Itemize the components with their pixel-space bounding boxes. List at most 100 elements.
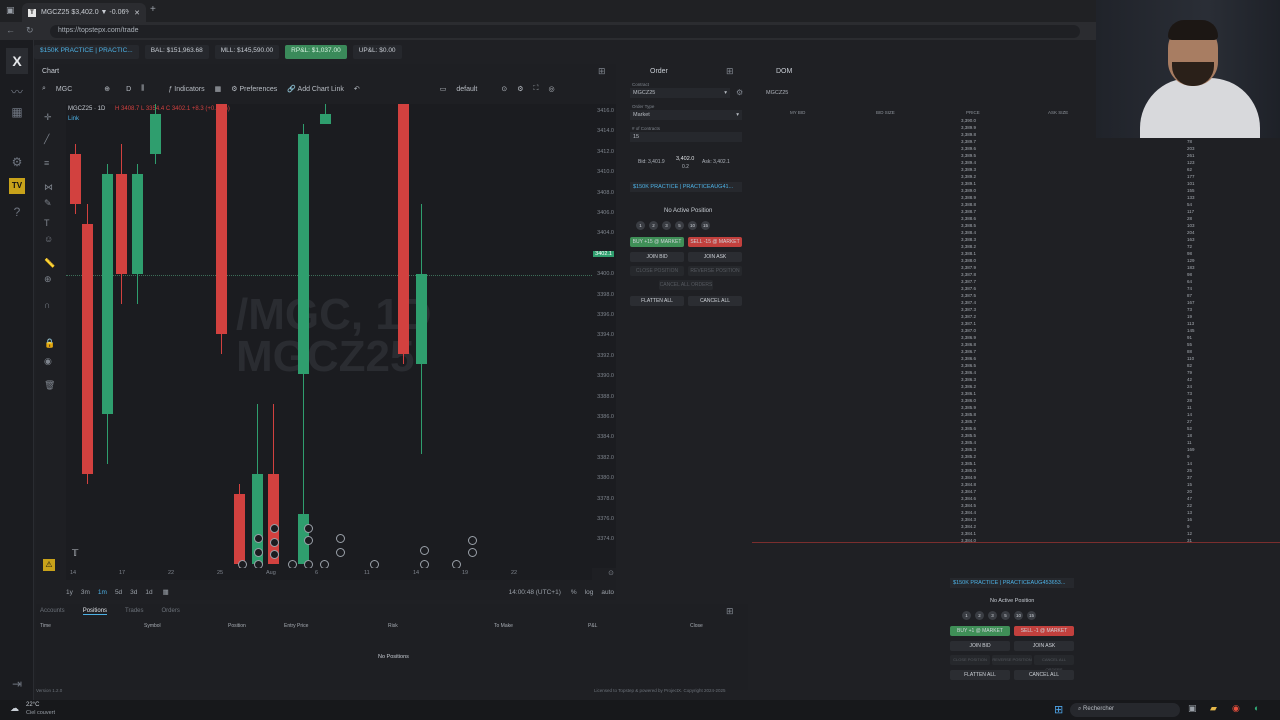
dom-join-bid-button[interactable]: JOIN BID [950, 641, 1010, 651]
browser-menu-icon[interactable]: ▣ [6, 5, 16, 15]
positions-tab[interactable]: Accounts [40, 608, 65, 615]
windows-start-icon[interactable]: ⊞ [1054, 703, 1063, 716]
size-button[interactable]: 2 [975, 611, 984, 620]
edge-icon[interactable]: ◐ [1254, 703, 1259, 713]
contracts-input[interactable]: 15 [630, 132, 742, 142]
positions-tab[interactable]: Trades [125, 608, 143, 615]
join-ask-button[interactable]: JOIN ASK [688, 252, 742, 262]
log-toggle[interactable]: log [585, 589, 594, 596]
indicators-button[interactable]: ƒ Indicators [168, 86, 204, 93]
size-button[interactable]: 10 [1014, 611, 1023, 620]
task-view-icon[interactable]: ▣ [1188, 703, 1197, 714]
calendar-icon[interactable]: ▦ [163, 588, 169, 596]
taskbar-search[interactable]: ⌕ Rechercher [1070, 703, 1180, 717]
positions-tab[interactable]: Positions [82, 608, 108, 615]
refresh-icon[interactable]: ↻ [26, 25, 34, 36]
chart-area[interactable]: /MGC, 1D MGCZ25 MGCZ25 · 1D H 3408.7 L 3… [66, 104, 592, 568]
size-button[interactable]: 10 [688, 221, 697, 230]
size-button[interactable]: 2 [649, 221, 658, 230]
size-button[interactable]: 3 [988, 611, 997, 620]
positions-tab[interactable]: Orders [162, 608, 180, 615]
add-symbol-icon[interactable]: ⊕ [104, 85, 110, 93]
url-field[interactable]: https://topstepx.com/trade [50, 25, 1080, 38]
dom-cancel-all-button[interactable]: CANCEL ALL [1014, 670, 1074, 680]
size-button[interactable]: 5 [1001, 611, 1010, 620]
account-selector[interactable]: $150K PRACTICE | PRACTIC... [34, 45, 139, 59]
dom-close-position-button[interactable]: CLOSE POSITION [950, 655, 990, 665]
order-type-select[interactable]: Market ▾ [630, 110, 742, 120]
text-icon[interactable]: T [44, 218, 50, 228]
chart-link-badge[interactable]: Link [68, 116, 79, 122]
auto-toggle[interactable]: auto [601, 589, 614, 596]
undo-icon[interactable]: ↶ [354, 85, 360, 93]
cancel-all-button[interactable]: CANCEL ALL [688, 296, 742, 306]
dom-reverse-position-button[interactable]: REVERSE POSITION [992, 655, 1032, 665]
layout-default-label[interactable]: default [456, 86, 477, 93]
order-add-icon[interactable]: ⊞ [726, 66, 734, 77]
sell-market-button[interactable]: SELL -15 @ MARKET [688, 237, 742, 247]
size-button[interactable]: 15 [1027, 611, 1036, 620]
chart-settings-icon[interactable]: ⚙ [517, 85, 523, 93]
timeframe-button[interactable]: 1m [98, 589, 107, 596]
timeframe-button[interactable]: 1y [66, 589, 73, 596]
chart-nav-icon[interactable]: 〰 [9, 84, 25, 100]
camera-icon[interactable]: ◎ [548, 85, 554, 93]
trash-icon[interactable]: 🗑 [44, 380, 55, 391]
dom-account-select[interactable]: $150K PRACTICE | PRACTICEAUG453653... [950, 578, 1074, 588]
fib-icon[interactable]: ≡ [44, 158, 49, 168]
dom-join-ask-button[interactable]: JOIN ASK [1014, 641, 1074, 651]
size-button[interactable]: 1 [636, 221, 645, 230]
size-button[interactable]: 3 [662, 221, 671, 230]
grid-nav-icon[interactable]: ▦ [9, 104, 25, 120]
back-icon[interactable]: ← [6, 25, 15, 35]
symbol-input[interactable]: MGC [56, 86, 72, 93]
logout-icon[interactable]: ⇥ [9, 676, 25, 692]
cancel-all-orders-button[interactable]: CANCEL ALL ORDERS [659, 280, 713, 290]
layout-icon[interactable]: ▦ [215, 85, 222, 93]
fullscreen-icon[interactable]: ⛶ [534, 85, 539, 93]
size-button[interactable]: 15 [701, 221, 710, 230]
close-position-button[interactable]: CLOSE POSITION [630, 266, 684, 276]
positions-add-icon[interactable]: ⊞ [726, 606, 734, 617]
screenshot-icon[interactable]: ⊙ [501, 85, 507, 93]
alert-icon[interactable]: ⚠ [43, 559, 55, 571]
timeframe-button[interactable]: 3m [81, 589, 90, 596]
flatten-all-button[interactable]: FLATTEN ALL [630, 296, 684, 306]
trendline-icon[interactable]: ╱ [44, 134, 49, 145]
lock-icon[interactable]: 🔒 [44, 338, 55, 349]
dom-cancel-all-orders-button[interactable]: CANCEL ALL ORDERS [1034, 655, 1074, 672]
candle-style-icon[interactable]: ⫼ [141, 85, 144, 93]
settings-nav-icon[interactable]: ⚙ [9, 154, 25, 170]
tradingview-logo[interactable]: 𝕋 [72, 548, 78, 559]
tradingview-icon[interactable]: TV [9, 178, 25, 194]
order-settings-icon[interactable]: ⚙ [736, 88, 743, 97]
order-account-select[interactable]: $150K PRACTICE | PRACTICEAUG41... [630, 182, 742, 192]
ruler-icon[interactable]: 📏 [44, 258, 55, 269]
add-chart-link-button[interactable]: 🔗 Add Chart Link [287, 85, 344, 93]
percent-toggle[interactable]: % [571, 589, 577, 596]
layout-default-icon[interactable]: ▭ [440, 85, 447, 93]
symbol-search-icon[interactable]: ⌕ [42, 85, 46, 93]
timeframe-button[interactable]: 1d [145, 589, 152, 596]
size-button[interactable]: 5 [675, 221, 684, 230]
dom-sell-button[interactable]: SELL -1 @ MARKET [1014, 626, 1074, 636]
chrome-icon[interactable]: ◉ [1232, 703, 1240, 714]
size-button[interactable]: 1 [962, 611, 971, 620]
dom-flatten-all-button[interactable]: FLATTEN ALL [950, 670, 1010, 680]
emoji-icon[interactable]: ☺ [44, 234, 53, 244]
timeframe-button[interactable]: 3d [130, 589, 137, 596]
dom-buy-button[interactable]: BUY +1 @ MARKET [950, 626, 1010, 636]
tab-close-icon[interactable]: ✕ [134, 9, 140, 17]
join-bid-button[interactable]: JOIN BID [630, 252, 684, 262]
buy-market-button[interactable]: BUY +15 @ MARKET [630, 237, 684, 247]
weather-icon[interactable]: ☁ [10, 703, 19, 714]
browser-tab[interactable]: T MGCZ25 $3,402.0 ▼ -0.06% ✕ [22, 3, 146, 22]
help-icon[interactable]: ? [9, 204, 25, 220]
explorer-icon[interactable]: ▰ [1210, 703, 1217, 714]
crosshair-icon[interactable]: ✛ [44, 112, 52, 123]
zoom-icon[interactable]: ⊕ [44, 274, 52, 285]
timeframe-button[interactable]: 5d [115, 589, 122, 596]
eye-icon[interactable]: ◉ [44, 356, 52, 367]
chart-add-icon[interactable]: ⊞ [598, 66, 606, 77]
brush-icon[interactable]: ✎ [44, 198, 52, 209]
